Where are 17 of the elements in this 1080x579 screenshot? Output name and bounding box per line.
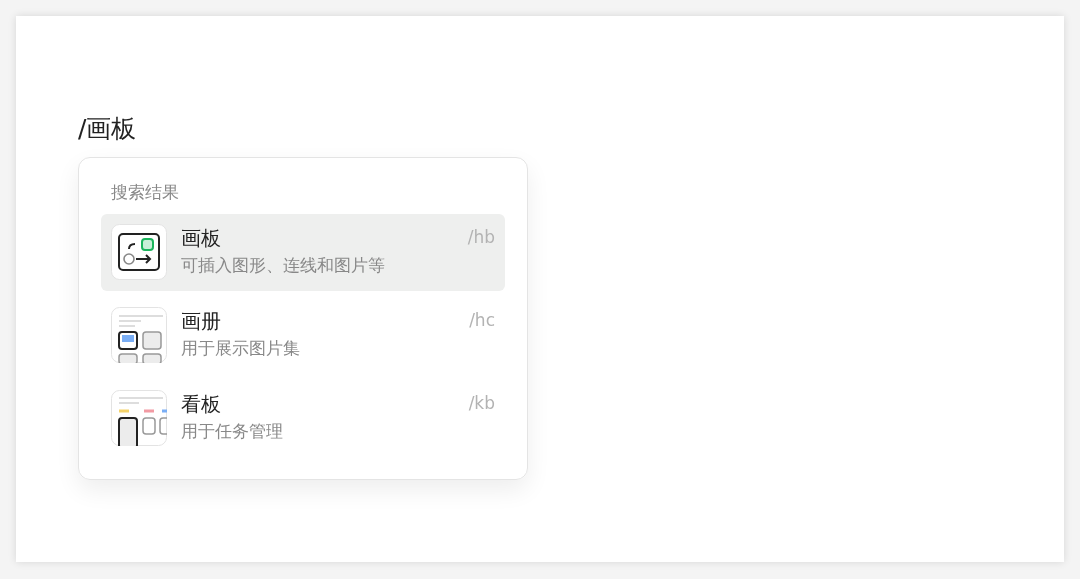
item-description: 用于任务管理 (181, 420, 283, 443)
menu-item[interactable]: 画册 用于展示图片集 /hc (101, 297, 505, 374)
item-title: 看板 (181, 391, 221, 418)
item-description: 用于展示图片集 (181, 337, 300, 360)
menu-heading: 搜索结果 (110, 181, 180, 204)
gallery-icon (111, 307, 167, 363)
typed-command: /画板 (78, 114, 138, 144)
item-title: 画板 (181, 225, 221, 252)
menu-item[interactable]: 画板 可插入图形、连线和图片等 /hb (101, 214, 505, 291)
kanban-icon (111, 390, 167, 446)
whiteboard-icon (111, 224, 167, 280)
menu-item[interactable]: 看板 用于任务管理 /kb (101, 380, 505, 457)
shortcut-text: /hc (469, 309, 495, 330)
item-title: 画册 (181, 308, 221, 335)
item-description: 可插入图形、连线和图片等 (181, 254, 385, 277)
shortcut-text: /hb (467, 226, 495, 247)
shortcut-text: /kb (468, 392, 495, 413)
